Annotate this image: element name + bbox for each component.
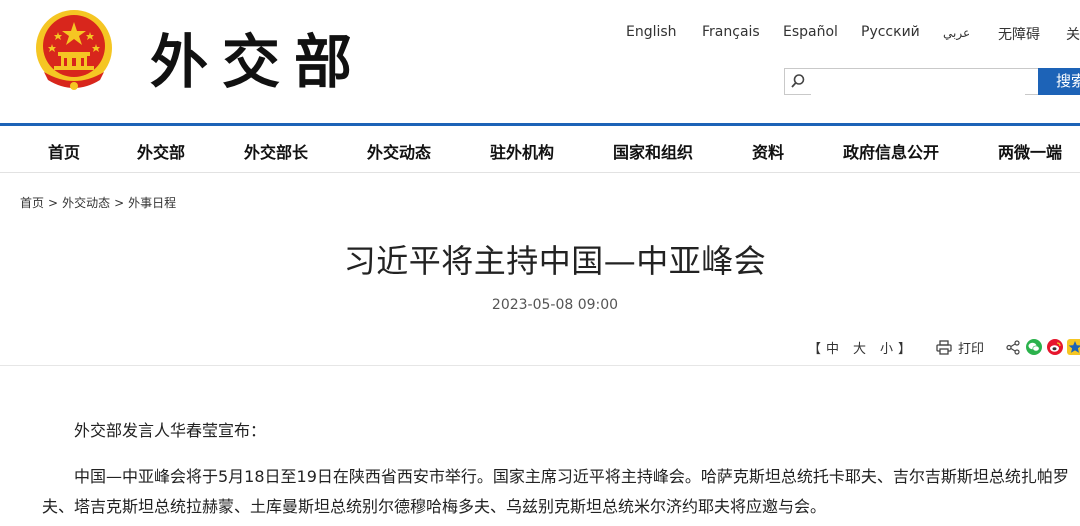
wechat-icon[interactable] bbox=[1026, 339, 1042, 355]
nav-item-home[interactable]: 首页 bbox=[48, 139, 80, 163]
lang-link-arabic[interactable]: عربي bbox=[943, 26, 970, 40]
nav-item-gov-info[interactable]: 政府信息公开 bbox=[843, 139, 939, 163]
share-icon[interactable] bbox=[1006, 340, 1020, 355]
breadcrumb-news[interactable]: 外交动态 bbox=[62, 196, 110, 210]
article-paragraph-text: 中国—中亚峰会将于5月18日至19日在陕西省西安市举行。国家主席习近平将主持峰会… bbox=[42, 467, 1069, 516]
print-button[interactable]: 打印 bbox=[958, 338, 984, 357]
national-emblem-icon bbox=[36, 10, 112, 90]
font-size-bracket-close: 】 bbox=[898, 342, 912, 357]
font-size-large-button[interactable]: 小 bbox=[880, 338, 893, 357]
accessibility-link[interactable]: 无障碍 bbox=[998, 24, 1040, 44]
breadcrumb-separator: > bbox=[114, 196, 125, 210]
lang-link-spanish[interactable]: Español bbox=[783, 24, 838, 40]
nav-item-minister[interactable]: 外交部长 bbox=[244, 139, 308, 163]
nav-item-missions[interactable]: 驻外机构 bbox=[490, 139, 554, 163]
main-nav: 首页 外交部 外交部长 外交动态 驻外机构 国家和组织 资料 政府信息公开 两微… bbox=[0, 126, 1080, 172]
font-size-small-button[interactable]: 中 bbox=[826, 338, 839, 357]
ministry-calligraphy-logo: 外交部 bbox=[150, 28, 366, 96]
breadcrumb-schedule[interactable]: 外事日程 bbox=[128, 196, 176, 210]
breadcrumb-home[interactable]: 首页 bbox=[20, 196, 44, 210]
search-button[interactable]: 搜索 bbox=[1038, 68, 1080, 95]
article-date: 2023-05-08 09:00 bbox=[491, 297, 619, 313]
nav-item-news[interactable]: 外交动态 bbox=[367, 139, 431, 163]
care-link[interactable]: 关 bbox=[1066, 24, 1080, 44]
search-icon bbox=[791, 74, 805, 88]
font-size-medium-button[interactable]: 大 bbox=[853, 338, 866, 357]
nav-bottom-border bbox=[0, 172, 1080, 173]
nav-item-countries[interactable]: 国家和组织 bbox=[613, 139, 693, 163]
qzone-icon[interactable] bbox=[1067, 339, 1080, 355]
breadcrumb-separator: > bbox=[48, 196, 59, 210]
lang-link-french[interactable]: Français bbox=[702, 24, 760, 40]
article-paragraph: 中国—中亚峰会将于5月18日至19日在陕西省西安市举行。国家主席习近平将主持峰会… bbox=[42, 462, 1080, 522]
article-title: 习近平将主持中国—中亚峰会 bbox=[343, 242, 767, 280]
nav-item-resources[interactable]: 资料 bbox=[752, 139, 784, 163]
article-paragraph: 外交部发言人华春莹宣布： bbox=[74, 421, 267, 440]
nav-item-ministry[interactable]: 外交部 bbox=[137, 139, 185, 163]
weibo-icon[interactable] bbox=[1047, 339, 1063, 355]
printer-icon[interactable] bbox=[936, 340, 952, 355]
lang-link-russian[interactable]: Русский bbox=[861, 24, 920, 40]
content-divider bbox=[0, 365, 1080, 366]
breadcrumb: 首页 > 外交动态 > 外事日程 bbox=[20, 194, 176, 211]
nav-item-social[interactable]: 两微一端 bbox=[998, 139, 1062, 163]
search-box bbox=[784, 68, 1038, 95]
svg-text:外交部: 外交部 bbox=[150, 28, 366, 96]
search-input[interactable] bbox=[811, 69, 1025, 95]
font-size-bracket-open: 【 bbox=[808, 342, 822, 357]
lang-link-english[interactable]: English bbox=[626, 24, 677, 40]
